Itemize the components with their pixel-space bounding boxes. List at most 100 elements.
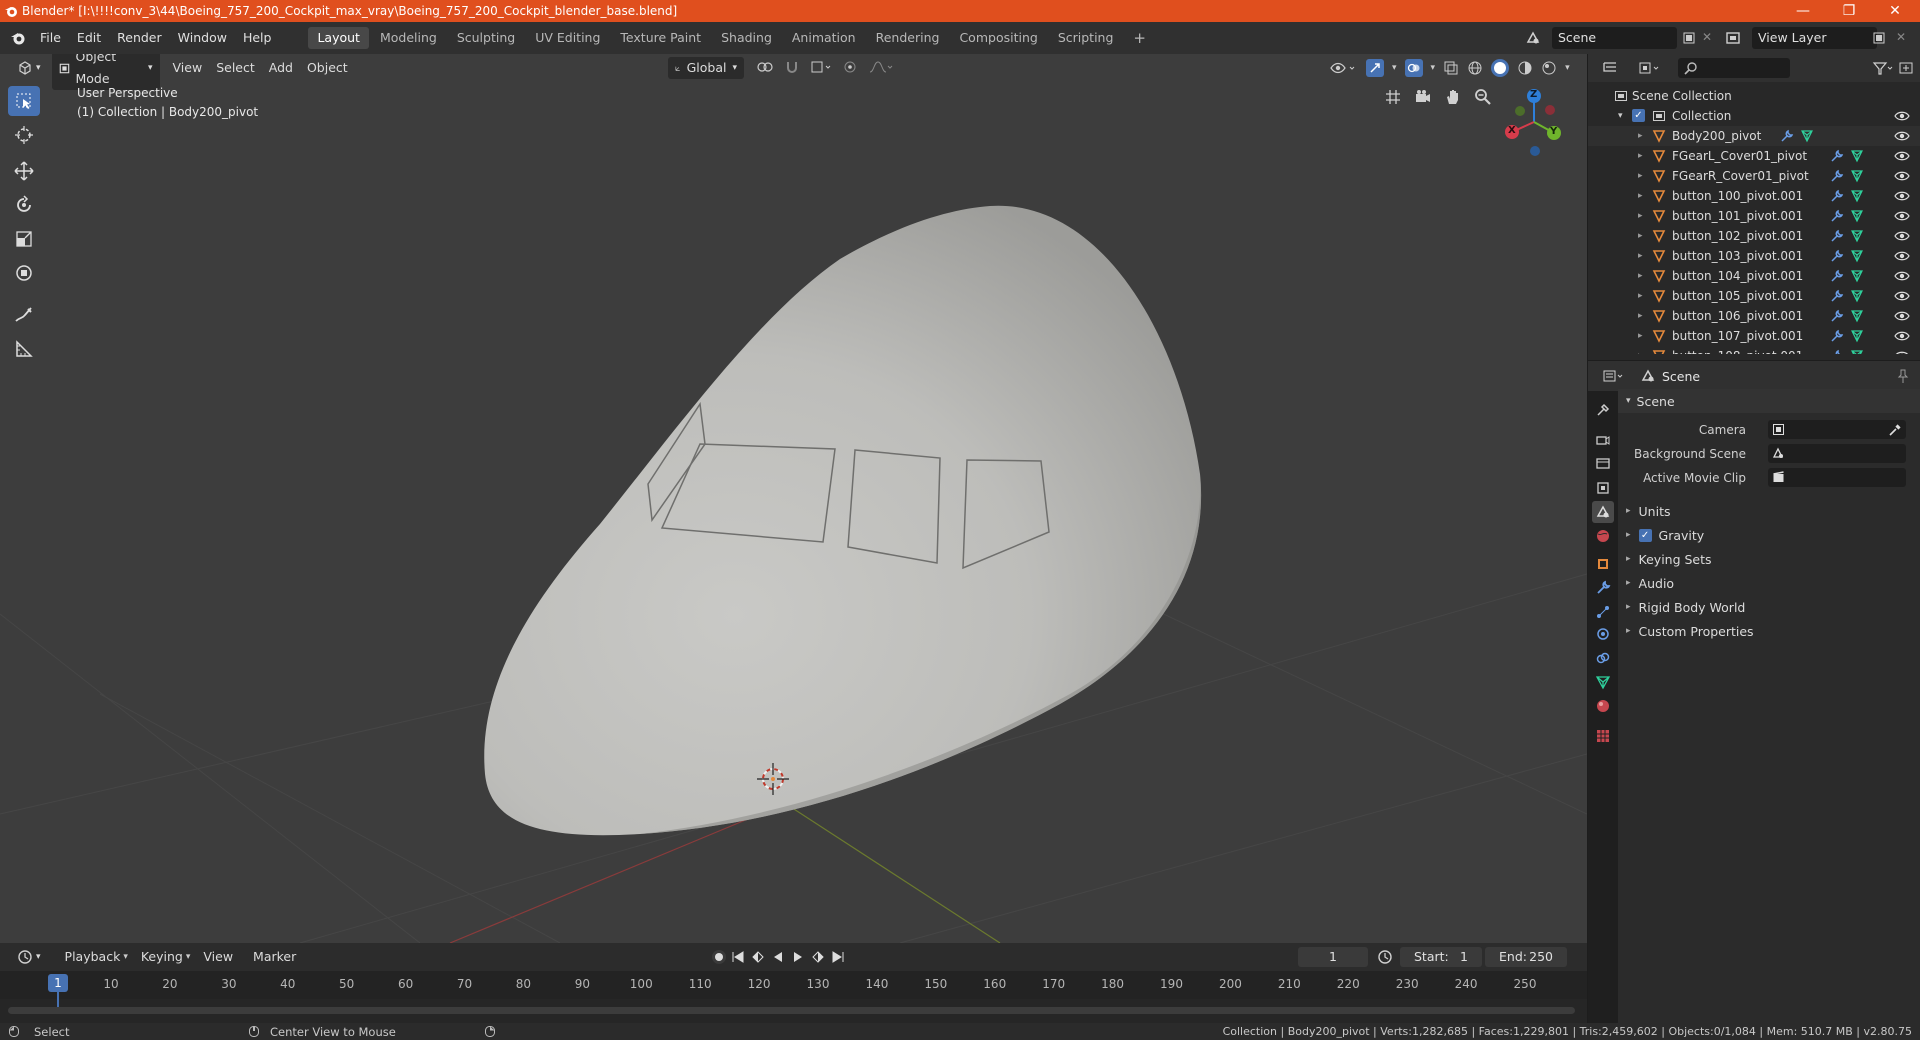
tab-animation[interactable]: Animation: [783, 27, 865, 49]
expand-arrow-icon[interactable]: ▸: [1638, 331, 1643, 341]
outliner-search-input[interactable]: [1678, 58, 1790, 78]
mesh-data-icon[interactable]: [1850, 209, 1864, 223]
outliner-object-row[interactable]: ▸ FGearL_Cover01_pivot: [1588, 146, 1920, 166]
visibility-selectability-icon[interactable]: [1330, 60, 1358, 76]
new-view-layer-icon[interactable]: [1872, 31, 1886, 45]
eyedropper-icon[interactable]: [1888, 423, 1902, 437]
add-workspace-button[interactable]: +: [1124, 27, 1155, 49]
shading-options-icon[interactable]: ▾: [1565, 63, 1570, 73]
transform-orientation-dropdown[interactable]: Global ▾: [668, 57, 744, 79]
tab-uv-editing[interactable]: UV Editing: [526, 27, 609, 49]
eye-icon[interactable]: [1894, 130, 1910, 142]
snap-icon[interactable]: [784, 59, 800, 75]
filter-icon[interactable]: [1872, 60, 1894, 76]
modifier-wrench-icon[interactable]: [1830, 149, 1844, 163]
pan-view-button[interactable]: [1441, 85, 1465, 109]
expand-arrow-icon[interactable]: ▸: [1638, 231, 1643, 241]
outliner-collection-row[interactable]: ▾ ✓ Collection: [1588, 106, 1920, 126]
navigation-gizmo[interactable]: Z X Y: [1498, 86, 1570, 158]
toggle-grid-view-button[interactable]: [1381, 85, 1405, 109]
tab-particles[interactable]: [1592, 601, 1614, 623]
wireframe-shading-icon[interactable]: [1467, 60, 1483, 76]
delete-view-layer-icon[interactable]: ✕: [1896, 30, 1906, 44]
outliner-scene-collection-row[interactable]: Scene Collection: [1588, 86, 1920, 106]
tab-modeling[interactable]: Modeling: [371, 27, 446, 49]
timeline-scrollbar[interactable]: [8, 1007, 1575, 1014]
outliner-object-row[interactable]: ▸ button_103_pivot.001: [1588, 246, 1920, 266]
view-layer-name-field[interactable]: View Layer: [1752, 27, 1877, 49]
menu-help[interactable]: Help: [235, 22, 280, 54]
expand-arrow-icon[interactable]: ▸: [1638, 211, 1643, 221]
pivot-point-icon[interactable]: [756, 59, 774, 75]
modifier-wrench-icon[interactable]: [1780, 129, 1794, 143]
viewport-menu-add[interactable]: Add: [262, 57, 300, 79]
modifier-wrench-icon[interactable]: [1830, 249, 1844, 263]
outliner-object-row[interactable]: ▸ FGearR_Cover01_pivot: [1588, 166, 1920, 186]
mesh-data-icon[interactable]: [1850, 249, 1864, 263]
new-scene-icon[interactable]: [1682, 31, 1696, 45]
outliner-object-row[interactable]: ▸ Body200_pivot: [1588, 126, 1920, 146]
outliner-object-row[interactable]: ▸ button_100_pivot.001: [1588, 186, 1920, 206]
keying-sets-section[interactable]: ▸ Keying Sets: [1618, 547, 1920, 571]
eye-icon[interactable]: [1894, 110, 1910, 122]
expand-arrow-icon[interactable]: ▸: [1638, 171, 1643, 181]
tab-sculpting[interactable]: Sculpting: [448, 27, 524, 49]
mesh-data-icon[interactable]: [1850, 329, 1864, 343]
tab-constraints[interactable]: [1592, 647, 1614, 669]
menu-render[interactable]: Render: [109, 22, 170, 54]
tab-render[interactable]: [1592, 429, 1614, 451]
tab-shading[interactable]: Shading: [712, 27, 781, 49]
play-icon[interactable]: [790, 949, 806, 965]
timeline-menu-playback[interactable]: Playback: [58, 946, 128, 968]
menu-file[interactable]: File: [32, 22, 69, 54]
preview-range-clock-icon[interactable]: [1377, 949, 1393, 965]
modifier-wrench-icon[interactable]: [1830, 309, 1844, 323]
xray-icon[interactable]: [1443, 60, 1459, 76]
solid-shading-button[interactable]: [1491, 59, 1510, 77]
tab-world[interactable]: [1592, 525, 1614, 547]
tab-output[interactable]: [1592, 453, 1614, 475]
viewport-menu-select[interactable]: Select: [209, 57, 262, 79]
mesh-data-icon[interactable]: [1850, 289, 1864, 303]
tab-layout[interactable]: Layout: [308, 27, 369, 49]
editor-type-button[interactable]: ▾: [10, 57, 48, 79]
select-box-tool[interactable]: [8, 86, 40, 116]
record-button[interactable]: [712, 950, 726, 964]
eye-icon[interactable]: [1894, 150, 1910, 162]
view-layer-icon[interactable]: [1725, 30, 1741, 46]
measure-tool[interactable]: [8, 334, 40, 364]
mesh-data-icon[interactable]: [1800, 129, 1814, 143]
gravity-section[interactable]: ▸ ✓ Gravity: [1618, 523, 1920, 547]
menu-edit[interactable]: Edit: [69, 22, 109, 54]
outliner-object-row[interactable]: ▸ button_105_pivot.001: [1588, 286, 1920, 306]
scene-name-field[interactable]: Scene: [1552, 27, 1677, 49]
eye-icon[interactable]: [1894, 330, 1910, 342]
camera-field[interactable]: [1768, 420, 1906, 439]
next-keyframe-icon[interactable]: [810, 949, 826, 965]
expand-arrow-icon[interactable]: ▸: [1638, 311, 1643, 321]
move-tool[interactable]: [8, 156, 40, 186]
rendered-shading-icon[interactable]: [1541, 60, 1557, 76]
jump-end-icon[interactable]: [830, 949, 846, 965]
current-frame-field[interactable]: 1: [1298, 947, 1368, 967]
3d-viewport[interactable]: ▾ Object Mode ▾ View Select Add Object G…: [0, 54, 1587, 943]
eye-icon[interactable]: [1894, 210, 1910, 222]
scene-panel-header[interactable]: ▾ Scene: [1618, 389, 1920, 413]
expand-arrow-icon[interactable]: ▸: [1638, 271, 1643, 281]
modifier-wrench-icon[interactable]: [1830, 329, 1844, 343]
modifier-wrench-icon[interactable]: [1830, 169, 1844, 183]
tab-object[interactable]: [1592, 553, 1614, 575]
tab-material[interactable]: [1592, 695, 1614, 717]
units-section[interactable]: ▸ Units: [1618, 499, 1920, 523]
expand-arrow-icon[interactable]: ▸: [1638, 131, 1643, 141]
tab-texture[interactable]: [1592, 725, 1614, 747]
tab-physics[interactable]: [1592, 623, 1614, 645]
expand-arrow-icon[interactable]: ▸: [1638, 291, 1643, 301]
expand-arrow-icon[interactable]: ▸: [1638, 251, 1643, 261]
scale-tool[interactable]: [8, 224, 40, 254]
background-scene-field[interactable]: [1768, 444, 1906, 463]
eye-icon[interactable]: [1894, 190, 1910, 202]
outliner-editor-icon[interactable]: [1602, 60, 1618, 76]
properties-editor-icon[interactable]: [1602, 368, 1626, 384]
timeline-menu-view[interactable]: View: [196, 946, 240, 968]
